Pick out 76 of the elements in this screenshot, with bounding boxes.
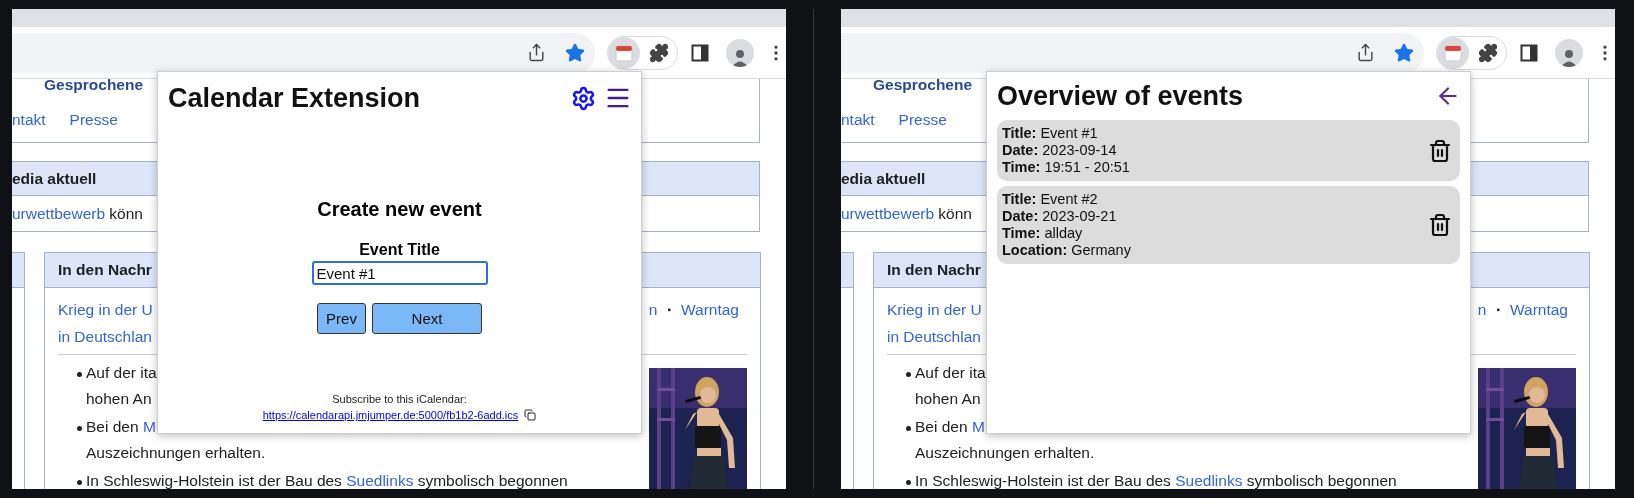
separator: ▪ [667,304,671,315]
news-text: Auszeichnungen erhalten. [86,443,266,463]
nav-link[interactable]: Presse [69,111,118,129]
subscribe-text: Subscribe to this iCalendar: [332,392,467,406]
input-field[interactable]: Event #1 [311,261,488,285]
event-field: Location: Germany [1002,242,1131,259]
bullet-icon [77,480,82,485]
bullet-icon [77,426,82,431]
news-link[interactable]: n [648,300,658,319]
form-heading: Create new event [317,197,482,221]
link[interactable]: M [971,418,985,435]
prev-button[interactable]: Prev [317,303,366,334]
star-icon[interactable] [565,42,586,63]
link[interactable]: Suedlinks [346,472,414,489]
side-panel-icon[interactable] [1520,43,1539,62]
extension-button[interactable] [1437,36,1470,69]
news-link[interactable]: in Deutschlan [887,327,981,346]
news-text: hohen An [86,389,153,409]
next-button[interactable]: Next [372,303,482,334]
extension-button[interactable] [608,36,641,69]
event-field: Date: 2023-09-14 [1002,142,1130,159]
side-panel-icon[interactable] [691,43,710,62]
popup-title: Calendar Extension [168,82,421,114]
popup-title: Overview of events [997,80,1244,112]
event-field: Date: 2023-09-21 [1002,208,1131,225]
puzzle-icon[interactable] [649,42,670,63]
news-text: Auf der ita [86,363,157,383]
avatar-icon[interactable] [726,38,754,67]
avatar-icon[interactable] [1555,38,1583,67]
separator: ▪ [1496,304,1500,315]
calendar-icon [1444,43,1463,62]
news-link[interactable]: in Deutschlan [58,327,152,346]
subscribe-link[interactable]: https://calendarapi.jmjumper.de:5000/fb1b2-6add.ics [262,409,519,421]
nav-link[interactable]: ntakt [12,111,46,129]
event-field: Title: Event #1 [1002,125,1130,142]
news-link[interactable]: Warntag [1510,300,1568,319]
share-icon[interactable] [527,43,547,62]
news-text: Auf der ita [915,363,986,383]
link[interactable]: urwettbewerb [841,204,935,223]
link[interactable]: Suedlinks [1175,472,1243,489]
bullet-icon [906,372,911,377]
body-text: könn [108,204,143,223]
bullet-icon [906,426,911,431]
event-field: Title: Event #2 [1002,191,1131,208]
nav-link[interactable]: Gesprochene [873,79,973,91]
copy-icon[interactable] [524,409,537,421]
bullet-icon [77,372,82,377]
box-title: In den Nachr [887,261,981,279]
news-text: hohen An [915,389,982,409]
settings-icon[interactable] [571,85,596,111]
box-title: edia aktuell [12,169,97,188]
nav-link[interactable]: Presse [898,111,947,129]
star-icon[interactable] [1394,42,1415,63]
news-link[interactable]: Krieg in der U [58,300,153,319]
calendar-icon [615,43,634,62]
news-link[interactable]: Krieg in der U [887,300,982,319]
news-text: Auszeichnungen erhalten. [915,443,1095,463]
nav-link[interactable]: Gesprochene [44,79,144,91]
body-text: könn [937,204,972,223]
box-title: edia aktuell [841,169,926,188]
event-field: Time: 19:51 - 20:51 [1002,159,1130,176]
news-link[interactable]: Warntag [681,300,739,319]
trash-icon[interactable] [1428,138,1452,163]
nav-link[interactable]: ntakt [841,111,875,129]
event-field: Time: allday [1002,225,1131,242]
field-label: Event Title [359,240,440,260]
box-title: In den Nachr [58,261,152,279]
link[interactable]: urwettbewerb [12,204,106,223]
share-icon[interactable] [1356,43,1376,62]
puzzle-icon[interactable] [1478,42,1499,63]
news-text: In Schleswig-Holstein ist der Bau des Suedlinks symbolisch begonnen [86,471,568,489]
link[interactable]: M [142,418,156,435]
news-link[interactable]: n [1477,300,1487,319]
bullet-icon [906,480,911,485]
trash-icon[interactable] [1428,213,1452,237]
news-text: In Schleswig-Holstein ist der Bau des Suedlinks symbolisch begonnen [915,471,1397,489]
